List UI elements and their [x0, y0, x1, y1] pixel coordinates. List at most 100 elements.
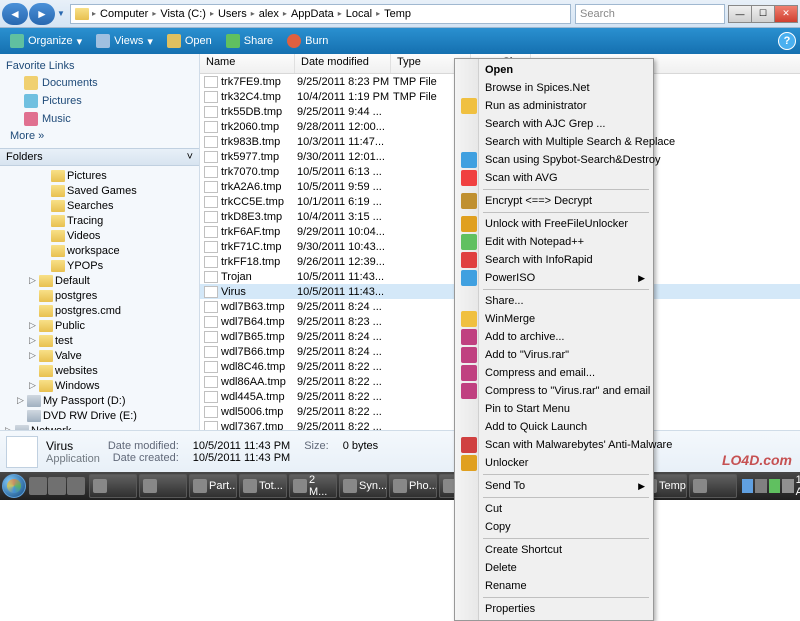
tray-icon[interactable]: [742, 479, 753, 493]
quick-launch-item[interactable]: [48, 477, 66, 495]
breadcrumb-segment[interactable]: Vista (C:): [157, 5, 209, 23]
context-menu-item[interactable]: Unlocker: [457, 454, 651, 472]
tree-node[interactable]: YPOPs: [0, 258, 199, 273]
share-button[interactable]: Share: [220, 32, 279, 50]
taskbar-item[interactable]: Tot...: [239, 474, 287, 498]
context-menu-item[interactable]: Scan using Spybot-Search&Destroy: [457, 151, 651, 169]
organize-button[interactable]: Organize ▾: [4, 32, 88, 50]
tree-node[interactable]: workspace: [0, 243, 199, 258]
open-button[interactable]: Open: [161, 32, 218, 50]
start-button[interactable]: [2, 472, 26, 500]
tree-node[interactable]: Saved Games: [0, 183, 199, 198]
context-menu-item[interactable]: Add to "Virus.rar": [457, 346, 651, 364]
volume-icon[interactable]: [782, 479, 793, 493]
close-button[interactable]: ✕: [774, 5, 798, 23]
maximize-button[interactable]: ☐: [751, 5, 775, 23]
folders-header[interactable]: Folders˅: [0, 148, 199, 166]
nav-history-dropdown[interactable]: ▼: [56, 3, 66, 25]
nav-forward-button[interactable]: ►: [29, 3, 55, 25]
tree-node[interactable]: ▷Windows: [0, 378, 199, 393]
breadcrumb-segment[interactable]: Temp: [381, 5, 414, 23]
quick-launch-item[interactable]: [29, 477, 47, 495]
context-menu-item[interactable]: Compress and email...: [457, 364, 651, 382]
breadcrumb-segment[interactable]: Users: [215, 5, 250, 23]
tree-node[interactable]: Tracing: [0, 213, 199, 228]
context-menu-item[interactable]: Search with AJC Grep ...: [457, 115, 651, 133]
tree-node[interactable]: ▷Network: [0, 423, 199, 430]
address-bar[interactable]: ▸Computer▸Vista (C:)▸Users▸alex▸AppData▸…: [70, 4, 571, 24]
taskbar-item[interactable]: Syn...: [339, 474, 387, 498]
breadcrumb-segment[interactable]: Computer: [97, 5, 151, 23]
system-tray[interactable]: 12:06 AM: [738, 474, 800, 498]
views-button[interactable]: Views ▾: [90, 32, 159, 50]
nav-back-button[interactable]: ◄: [2, 3, 28, 25]
tree-node[interactable]: DVD RW Drive (E:): [0, 408, 199, 423]
expand-icon[interactable]: ▷: [16, 395, 25, 406]
context-menu-item[interactable]: Search with InfoRapid: [457, 251, 651, 269]
context-menu-item[interactable]: Copy: [457, 518, 651, 536]
context-menu-item[interactable]: Rename: [457, 577, 651, 595]
context-menu-item[interactable]: Scan with AVG: [457, 169, 651, 187]
breadcrumb-segment[interactable]: AppData: [288, 5, 337, 23]
burn-button[interactable]: Burn: [281, 32, 334, 50]
tree-node[interactable]: postgres.cmd: [0, 303, 199, 318]
taskbar-item[interactable]: [689, 474, 737, 498]
context-menu-item[interactable]: Properties: [457, 600, 651, 618]
tree-node[interactable]: Searches: [0, 198, 199, 213]
expand-icon[interactable]: ▷: [28, 350, 37, 361]
favorite-link[interactable]: Documents: [6, 74, 193, 92]
context-menu-item[interactable]: Delete: [457, 559, 651, 577]
minimize-button[interactable]: —: [728, 5, 752, 23]
tree-node[interactable]: ▷Public: [0, 318, 199, 333]
quick-launch-item[interactable]: [67, 477, 85, 495]
clock[interactable]: 12:06 AM: [796, 474, 800, 498]
expand-icon[interactable]: ▷: [28, 320, 37, 331]
context-menu-item[interactable]: Edit with Notepad++: [457, 233, 651, 251]
context-menu-item[interactable]: Encrypt <==> Decrypt: [457, 192, 651, 210]
context-menu-item[interactable]: PowerISO▶: [457, 269, 651, 287]
taskbar-item[interactable]: [139, 474, 187, 498]
expand-icon[interactable]: ▷: [28, 275, 37, 286]
help-button[interactable]: ?: [778, 32, 796, 50]
taskbar-item[interactable]: Part...: [189, 474, 237, 498]
context-menu-item[interactable]: Open: [457, 61, 651, 79]
tree-node[interactable]: Videos: [0, 228, 199, 243]
favorite-link[interactable]: Music: [6, 110, 193, 128]
context-menu-item[interactable]: Unlock with FreeFileUnlocker: [457, 215, 651, 233]
expand-icon[interactable]: ▷: [28, 380, 37, 391]
context-menu-item[interactable]: Browse in Spices.Net: [457, 79, 651, 97]
breadcrumb-segment[interactable]: Local: [343, 5, 375, 23]
tree-node[interactable]: ▷Valve: [0, 348, 199, 363]
tree-node[interactable]: ▷test: [0, 333, 199, 348]
context-menu-item[interactable]: Search with Multiple Search & Replace: [457, 133, 651, 151]
context-menu-item[interactable]: Share...: [457, 292, 651, 310]
context-menu-item[interactable]: Cut: [457, 500, 651, 518]
taskbar-item[interactable]: 2 M...: [289, 474, 337, 498]
context-menu-item[interactable]: Add to Quick Launch: [457, 418, 651, 436]
tree-node[interactable]: Pictures: [0, 168, 199, 183]
context-menu-item[interactable]: WinMerge: [457, 310, 651, 328]
breadcrumb-segment[interactable]: alex: [256, 5, 282, 23]
context-menu-item[interactable]: Compress to "Virus.rar" and email: [457, 382, 651, 400]
column-date[interactable]: Date modified: [295, 54, 391, 73]
context-menu-item[interactable]: Send To▶: [457, 477, 651, 495]
context-menu-item[interactable]: Add to archive...: [457, 328, 651, 346]
tree-node[interactable]: postgres: [0, 288, 199, 303]
taskbar-item[interactable]: Pho...: [389, 474, 437, 498]
more-link[interactable]: More »: [6, 128, 193, 144]
tree-node[interactable]: ▷Default: [0, 273, 199, 288]
search-input[interactable]: Search: [575, 4, 725, 24]
expand-icon[interactable]: ▷: [4, 425, 13, 430]
favorite-link[interactable]: Pictures: [6, 92, 193, 110]
context-menu-item[interactable]: Pin to Start Menu: [457, 400, 651, 418]
tray-icon[interactable]: [769, 479, 780, 493]
tree-node[interactable]: ▷My Passport (D:): [0, 393, 199, 408]
tree-node[interactable]: websites: [0, 363, 199, 378]
tray-icon[interactable]: [755, 479, 766, 493]
expand-icon[interactable]: ▷: [28, 335, 37, 346]
context-menu-item[interactable]: Create Shortcut: [457, 541, 651, 559]
context-menu-item[interactable]: Run as administrator: [457, 97, 651, 115]
column-name[interactable]: Name: [200, 54, 295, 73]
context-menu-item[interactable]: Scan with Malwarebytes' Anti-Malware: [457, 436, 651, 454]
taskbar-item[interactable]: [89, 474, 137, 498]
